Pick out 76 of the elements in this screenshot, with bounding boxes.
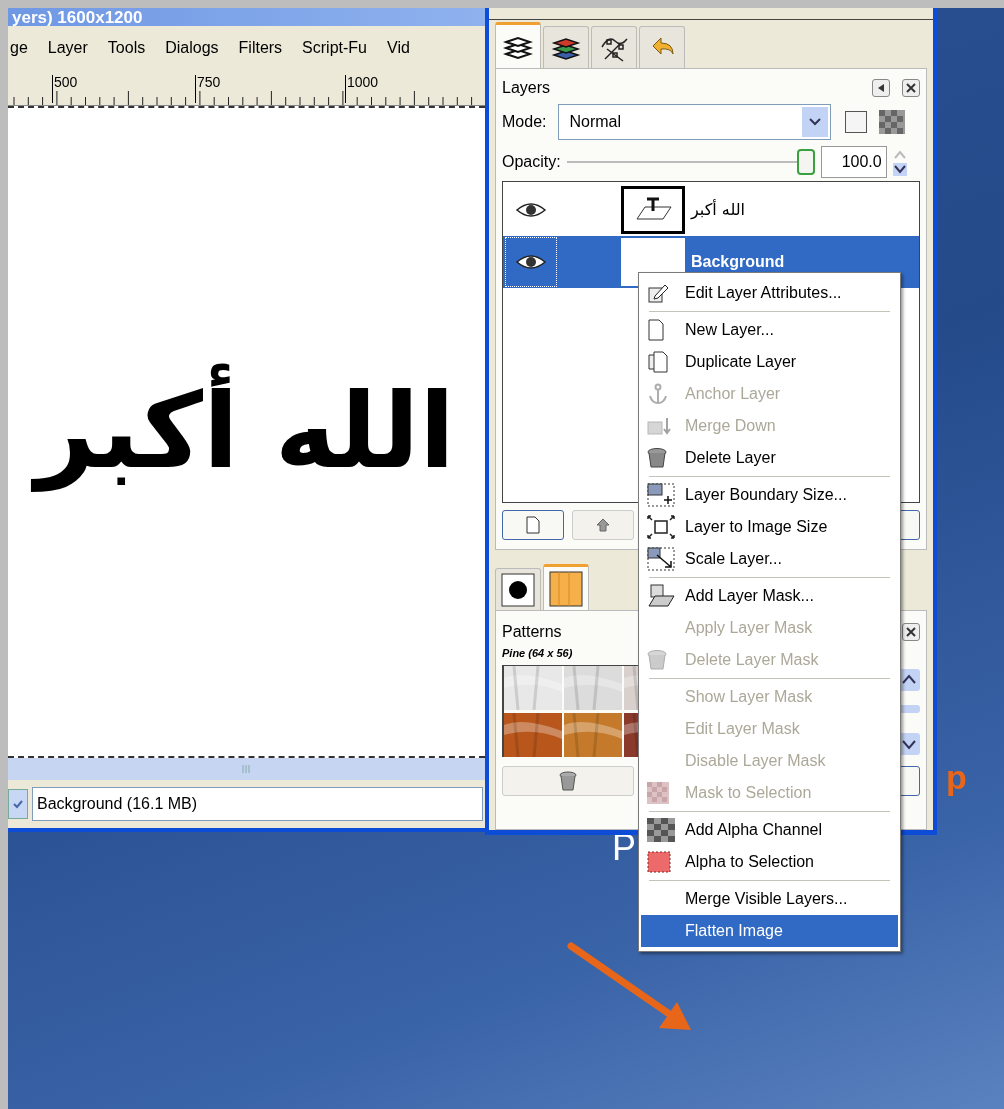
ruler-label: 500 bbox=[52, 75, 78, 103]
dock-tab[interactable] bbox=[495, 22, 541, 68]
close-icon bbox=[906, 627, 916, 637]
menu-item[interactable]: Dialogs bbox=[165, 36, 219, 60]
menu-item[interactable]: Flatten Image bbox=[641, 915, 898, 947]
menu-item[interactable]: Merge Visible Layers... bbox=[641, 883, 898, 915]
menu-item[interactable]: Delete Layer bbox=[641, 442, 898, 474]
desktop-text: p bbox=[946, 760, 967, 794]
menu-item[interactable]: ge bbox=[10, 36, 28, 60]
status-field: Background (16.1 MB) bbox=[32, 787, 483, 821]
panel-title: Layers bbox=[502, 78, 551, 98]
menu-item[interactable]: Script-Fu bbox=[302, 36, 367, 60]
scrollbar[interactable] bbox=[8, 758, 485, 780]
menu-item[interactable]: Tools bbox=[107, 36, 146, 60]
menu-button[interactable] bbox=[872, 79, 890, 97]
menu-item[interactable]: Duplicate Layer bbox=[641, 346, 898, 378]
close-button[interactable] bbox=[902, 79, 920, 97]
menu-item[interactable]: Layer bbox=[47, 36, 88, 60]
opacity-slider[interactable] bbox=[566, 149, 815, 175]
edit-icon bbox=[647, 282, 669, 304]
ruler-label: 1000 bbox=[345, 75, 379, 103]
eye-icon[interactable] bbox=[516, 254, 546, 270]
up-arrow-icon bbox=[596, 518, 610, 532]
wood-swatch-icon bbox=[549, 570, 583, 607]
text-layer-icon bbox=[633, 197, 673, 223]
duplicate-icon bbox=[647, 351, 669, 373]
scale-icon bbox=[647, 547, 675, 571]
check-icon bbox=[13, 799, 23, 809]
new-layer-button[interactable] bbox=[502, 510, 564, 540]
mask-icon bbox=[647, 584, 675, 608]
menu-item[interactable]: Filters bbox=[238, 36, 283, 60]
window-title: yers) 1600x1200 bbox=[11, 8, 143, 26]
pattern-name: Pine (64 x 56) bbox=[502, 646, 573, 661]
menu-item[interactable]: Layer Boundary Size... bbox=[641, 479, 898, 511]
raise-layer-button[interactable] bbox=[572, 510, 634, 540]
layer-name: الله أكبر bbox=[691, 198, 745, 221]
checker-icon[interactable] bbox=[879, 110, 906, 134]
mode-dropdown[interactable]: Normal bbox=[558, 104, 832, 140]
page-icon bbox=[526, 516, 540, 534]
opacity-field[interactable]: 100.0 bbox=[820, 146, 887, 178]
menu-item[interactable]: Layer to Image Size bbox=[641, 511, 898, 543]
panel-title: Patterns bbox=[502, 622, 562, 642]
checker-icon bbox=[647, 782, 669, 804]
checker-icon bbox=[647, 818, 675, 842]
menu-item[interactable]: Add Alpha Channel bbox=[641, 814, 898, 846]
field-label: Mode: bbox=[502, 112, 547, 132]
dock-tab[interactable] bbox=[591, 26, 637, 68]
delete-pattern-button[interactable] bbox=[502, 766, 634, 796]
fit-to-image-icon bbox=[647, 515, 675, 539]
menu-item[interactable]: Alpha to Selection bbox=[641, 846, 898, 878]
trash-icon bbox=[647, 649, 667, 671]
eye-icon[interactable] bbox=[516, 202, 546, 218]
menu-item[interactable]: Scale Layer... bbox=[641, 543, 898, 575]
blank-square-icon[interactable] bbox=[845, 111, 868, 133]
close-icon bbox=[906, 83, 916, 93]
menu-item[interactable]: New Layer... bbox=[641, 314, 898, 346]
ruler-label: 750 bbox=[195, 75, 221, 103]
dock-tab[interactable] bbox=[543, 26, 589, 68]
trash-icon bbox=[559, 771, 577, 791]
menu-item[interactable]: Add Layer Mask... bbox=[641, 580, 898, 612]
triangle-icon bbox=[878, 84, 884, 92]
selection-icon bbox=[647, 851, 671, 873]
grip-icon bbox=[241, 765, 252, 773]
quick-mask-button[interactable] bbox=[8, 789, 28, 819]
page-icon bbox=[647, 319, 665, 341]
spin-buttons-icon[interactable] bbox=[892, 148, 907, 176]
dock-tab[interactable] bbox=[495, 568, 541, 610]
anchor-icon bbox=[647, 383, 669, 405]
close-button[interactable] bbox=[902, 623, 920, 641]
merge-down-icon bbox=[647, 416, 673, 436]
field-label: Opacity: bbox=[502, 152, 561, 172]
trash-icon bbox=[647, 447, 667, 469]
layer-name: Background bbox=[691, 252, 785, 272]
slider-thumb[interactable] bbox=[796, 149, 815, 175]
menu-item[interactable]: Vid bbox=[387, 36, 410, 60]
boundary-size-icon bbox=[647, 483, 675, 507]
